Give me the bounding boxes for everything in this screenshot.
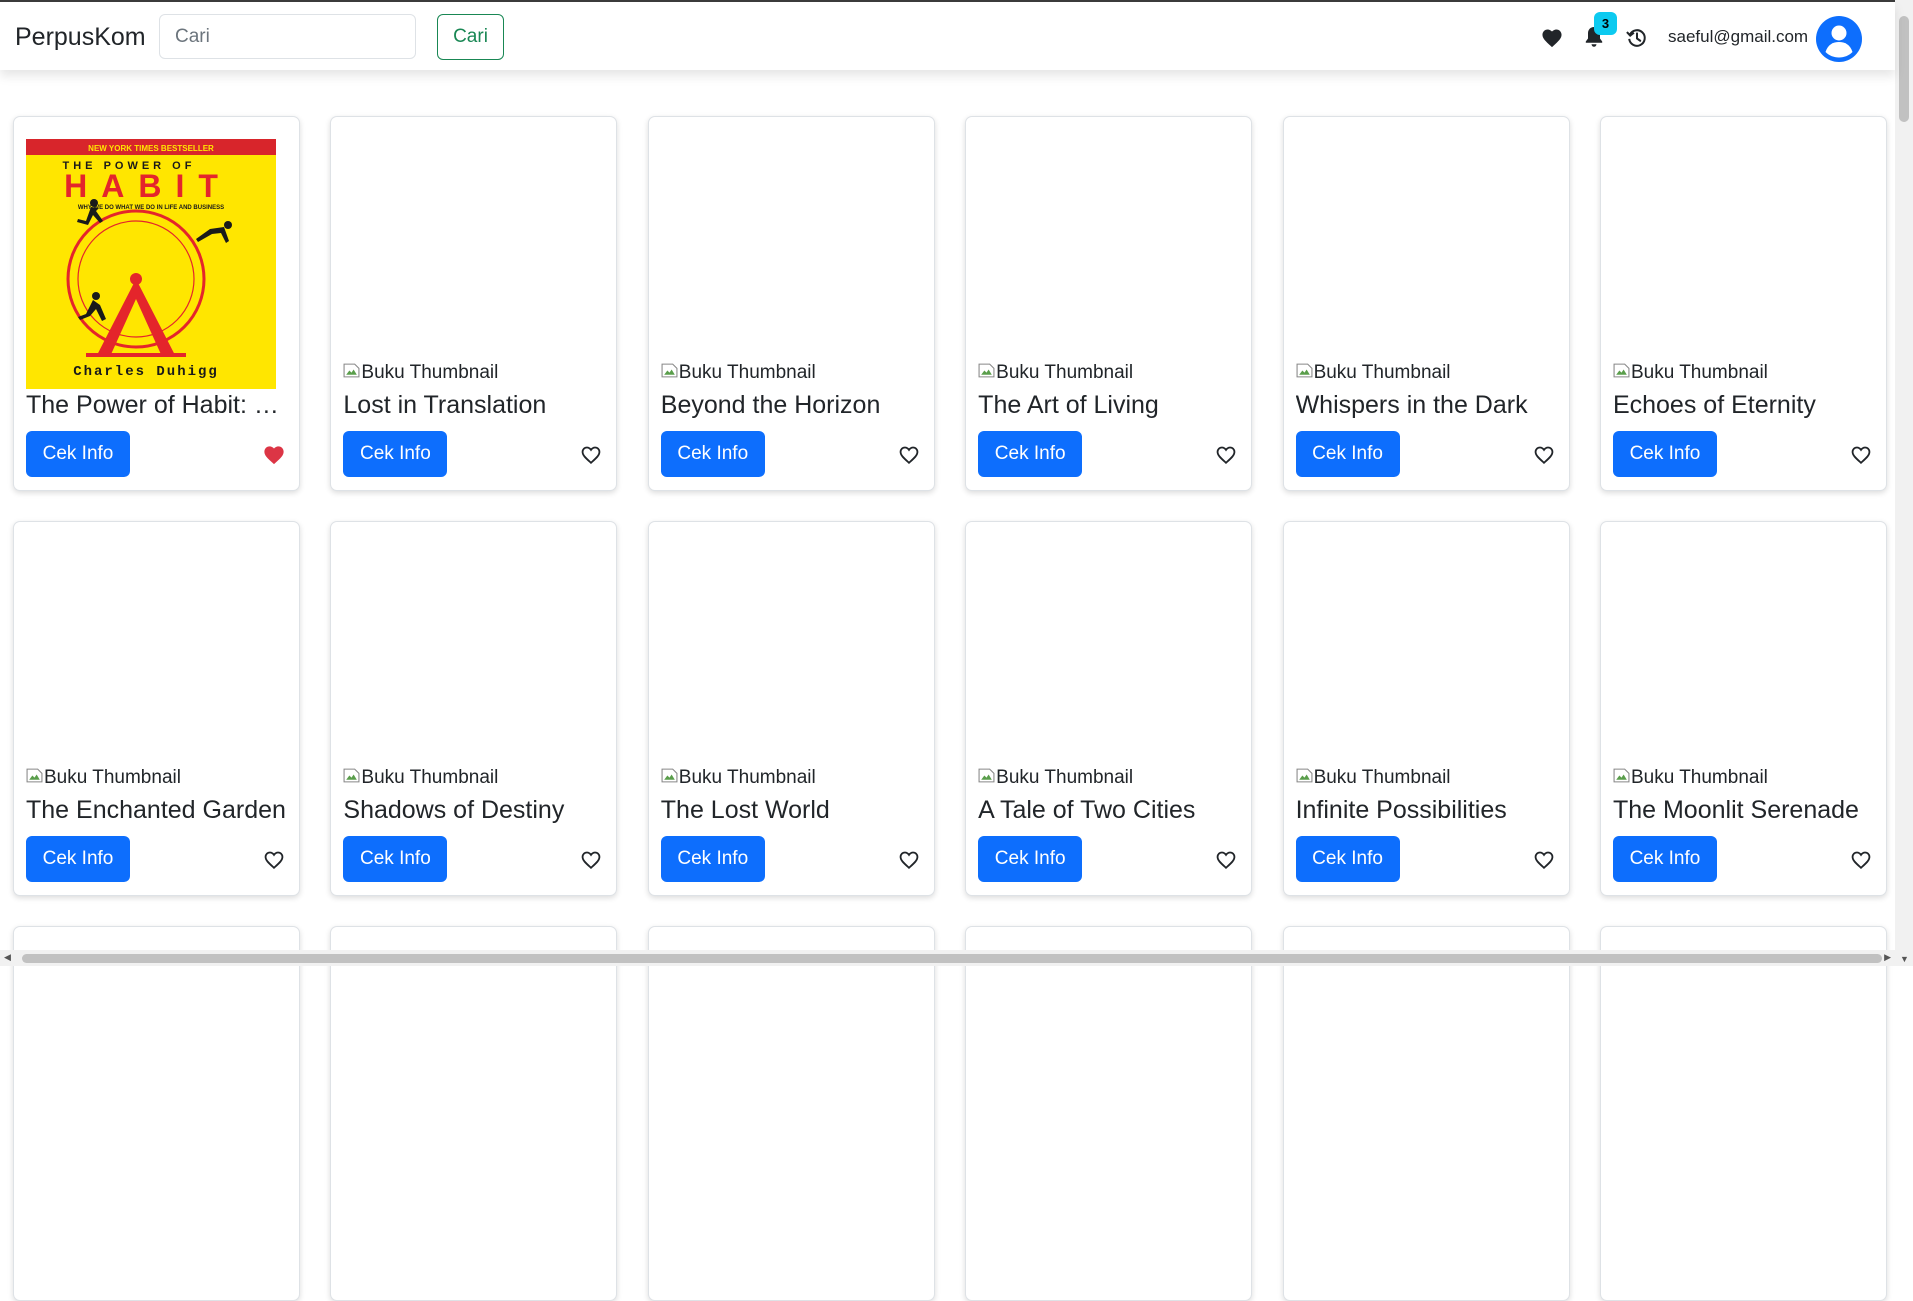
cek-info-button[interactable]: Cek Info bbox=[978, 431, 1083, 477]
broken-image-icon bbox=[1613, 363, 1630, 378]
broken-image-icon bbox=[978, 363, 995, 378]
book-card-partial bbox=[1282, 926, 1570, 1301]
favorite-heart-outline-icon[interactable] bbox=[1533, 849, 1555, 871]
cek-info-button[interactable]: Cek Info bbox=[660, 431, 765, 477]
book-title: Lost in Translation bbox=[343, 391, 547, 419]
thumbnail-alt-text: Buku Thumbnail bbox=[26, 767, 181, 789]
book-card: NEW YORK TIMES BESTSELLER THE POWER OF H… bbox=[13, 116, 300, 491]
book-title: Shadows of Destiny bbox=[343, 796, 565, 824]
vertical-scrollbar[interactable]: ▼ bbox=[1895, 0, 1913, 966]
broken-image-icon bbox=[343, 363, 360, 378]
thumbnail-alt-text: Buku Thumbnail bbox=[343, 767, 498, 789]
scroll-right-arrow-icon[interactable]: ▶ bbox=[1884, 952, 1891, 963]
scroll-down-arrow-icon[interactable]: ▼ bbox=[1900, 954, 1909, 964]
notification-badge: 3 bbox=[1594, 12, 1617, 35]
book-card: Buku Thumbnail The Enchanted Garden Cek … bbox=[13, 521, 300, 896]
cek-info-button[interactable]: Cek Info bbox=[26, 431, 130, 477]
thumbnail-alt-text: Buku Thumbnail bbox=[343, 362, 498, 384]
thumbnail-alt-text: Buku Thumbnail bbox=[1296, 767, 1451, 789]
book-title: The Moonlit Serenade bbox=[1612, 796, 1859, 824]
book-grid: NEW YORK TIMES BESTSELLER THE POWER OF H… bbox=[13, 116, 1887, 1301]
favorite-heart-outline-icon[interactable] bbox=[580, 444, 602, 466]
favorite-heart-outline-icon[interactable] bbox=[1850, 849, 1872, 871]
thumbnail-alt-text: Buku Thumbnail bbox=[1613, 362, 1768, 384]
book-title: Beyond the Horizon bbox=[660, 391, 881, 419]
user-avatar-icon[interactable] bbox=[1816, 16, 1862, 62]
book-title: The Art of Living bbox=[978, 391, 1159, 419]
horizontal-scrollbar-thumb[interactable] bbox=[22, 954, 1882, 963]
book-card: Buku Thumbnail Echoes of Eternity Cek In… bbox=[1599, 116, 1887, 491]
favorite-heart-outline-icon[interactable] bbox=[1215, 849, 1237, 871]
broken-image-icon bbox=[1296, 768, 1313, 783]
brand-logo[interactable]: PerpusKom bbox=[15, 23, 146, 52]
cek-info-button[interactable]: Cek Info bbox=[26, 836, 130, 882]
broken-image-icon bbox=[661, 768, 678, 783]
book-title: Whispers in the Dark bbox=[1295, 391, 1528, 419]
book-title: The Enchanted Garden bbox=[26, 796, 286, 824]
cek-info-button[interactable]: Cek Info bbox=[343, 431, 448, 477]
thumbnail-alt-text: Buku Thumbnail bbox=[661, 362, 816, 384]
favorite-heart-outline-icon[interactable] bbox=[580, 849, 602, 871]
book-card: Buku Thumbnail A Tale of Two Cities Cek … bbox=[965, 521, 1253, 896]
thumbnail-alt-text: Buku Thumbnail bbox=[1613, 767, 1768, 789]
book-card-partial bbox=[330, 926, 618, 1301]
vertical-scrollbar-thumb[interactable] bbox=[1899, 16, 1909, 122]
favorite-heart-outline-icon[interactable] bbox=[263, 849, 285, 871]
book-card: Buku Thumbnail Whispers in the Dark Cek … bbox=[1282, 116, 1570, 491]
book-title: Infinite Possibilities bbox=[1295, 796, 1507, 824]
cover-author: Charles Duhigg bbox=[73, 364, 219, 380]
heart-icon[interactable] bbox=[1541, 28, 1563, 48]
cek-info-button[interactable]: Cek Info bbox=[978, 836, 1083, 882]
broken-image-icon bbox=[343, 768, 360, 783]
broken-image-icon bbox=[978, 768, 995, 783]
history-icon[interactable] bbox=[1626, 27, 1648, 49]
book-title: The Lost World bbox=[660, 796, 830, 824]
book-card: Buku Thumbnail The Lost World Cek Info bbox=[647, 521, 935, 896]
book-card-partial bbox=[13, 926, 300, 1301]
navbar: PerpusKom Cari Cari 3 saeful@gmail.com bbox=[0, 2, 1895, 70]
book-title: The Power of Habit: What We Do in Life a… bbox=[26, 391, 291, 419]
user-email[interactable]: saeful@gmail.com bbox=[1668, 27, 1808, 47]
broken-image-icon bbox=[661, 363, 678, 378]
thumbnail-alt-text: Buku Thumbnail bbox=[661, 767, 816, 789]
favorite-heart-outline-icon[interactable] bbox=[1533, 444, 1555, 466]
broken-image-icon bbox=[1296, 363, 1313, 378]
broken-image-icon bbox=[26, 768, 43, 783]
horizontal-scrollbar[interactable]: ◀ ▶ bbox=[0, 950, 1895, 966]
book-card-partial bbox=[647, 926, 935, 1301]
book-title: A Tale of Two Cities bbox=[978, 796, 1196, 824]
thumbnail-alt-text: Buku Thumbnail bbox=[1296, 362, 1451, 384]
favorite-heart-filled-icon[interactable] bbox=[263, 444, 285, 466]
scroll-left-arrow-icon[interactable]: ◀ bbox=[4, 952, 11, 963]
book-card: Buku Thumbnail The Moonlit Serenade Cek … bbox=[1599, 521, 1887, 896]
book-card: Buku Thumbnail Lost in Translation Cek I… bbox=[330, 116, 618, 491]
thumbnail-alt-text: Buku Thumbnail bbox=[978, 767, 1133, 789]
favorite-heart-outline-icon[interactable] bbox=[1850, 444, 1872, 466]
cek-info-button[interactable]: Cek Info bbox=[660, 836, 765, 882]
book-card: Buku Thumbnail Beyond the Horizon Cek In… bbox=[647, 116, 935, 491]
cek-info-button[interactable]: Cek Info bbox=[1612, 431, 1717, 477]
cek-info-button[interactable]: Cek Info bbox=[1295, 431, 1400, 477]
cover-tagline: NEW YORK TIMES BESTSELLER bbox=[88, 144, 214, 153]
cover-subtitle: WHY WE DO WHAT WE DO IN LIFE AND BUSINES… bbox=[78, 205, 224, 211]
broken-image-icon bbox=[1613, 768, 1630, 783]
favorite-heart-outline-icon[interactable] bbox=[898, 444, 920, 466]
favorite-heart-outline-icon[interactable] bbox=[898, 849, 920, 871]
search-button[interactable]: Cari bbox=[437, 14, 504, 60]
book-card: Buku Thumbnail Shadows of Destiny Cek In… bbox=[330, 521, 618, 896]
cek-info-button[interactable]: Cek Info bbox=[1612, 836, 1717, 882]
book-title: Echoes of Eternity bbox=[1612, 391, 1816, 419]
thumbnail-alt-text: Buku Thumbnail bbox=[978, 362, 1133, 384]
book-card-partial bbox=[1599, 926, 1887, 1301]
cek-info-button[interactable]: Cek Info bbox=[1295, 836, 1400, 882]
book-card: Buku Thumbnail Infinite Possibilities Ce… bbox=[1282, 521, 1570, 896]
book-card: Buku Thumbnail The Art of Living Cek Inf… bbox=[965, 116, 1253, 491]
book-cover-image[interactable]: NEW YORK TIMES BESTSELLER THE POWER OF H… bbox=[26, 139, 276, 389]
favorite-heart-outline-icon[interactable] bbox=[1215, 444, 1237, 466]
cek-info-button[interactable]: Cek Info bbox=[343, 836, 448, 882]
search-input[interactable]: Cari bbox=[159, 14, 416, 59]
book-card-partial bbox=[965, 926, 1253, 1301]
cover-title: HABIT bbox=[64, 168, 232, 204]
